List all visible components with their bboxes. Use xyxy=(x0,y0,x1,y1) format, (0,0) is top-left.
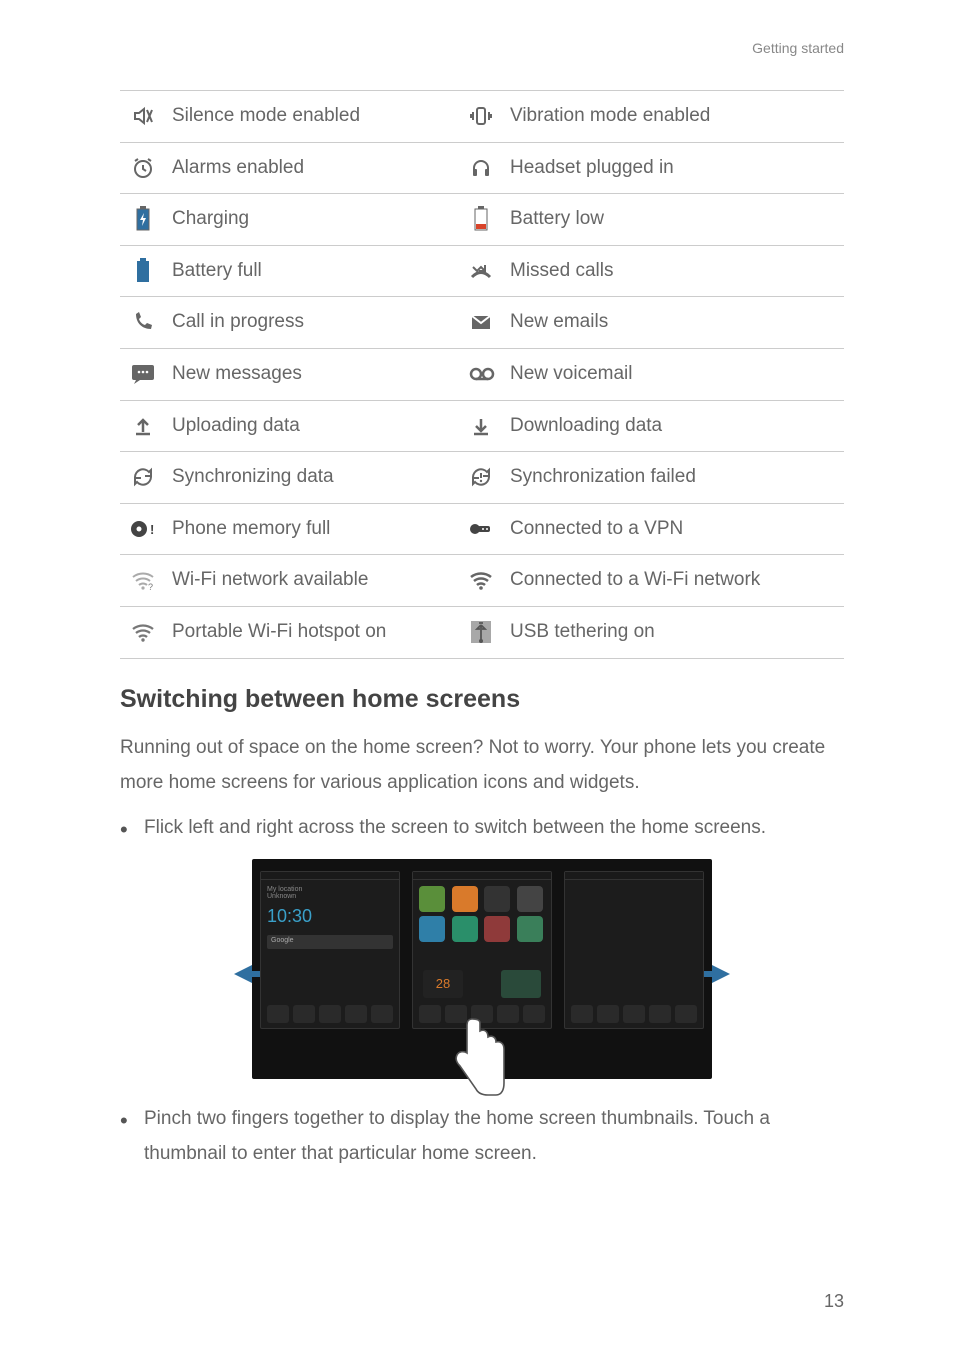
svg-text:?: ? xyxy=(148,582,153,592)
battery-full-icon xyxy=(130,258,156,284)
status-label: Phone memory full xyxy=(166,503,458,555)
status-label: Vibration mode enabled xyxy=(504,91,844,143)
table-row: Call in progress New emails xyxy=(120,297,844,349)
status-label: Headset plugged in xyxy=(504,142,844,194)
battery-low-icon xyxy=(468,206,494,232)
table-row: Portable Wi-Fi hotspot on USB tethering … xyxy=(120,606,844,658)
arrow-left-icon xyxy=(234,965,252,983)
status-label: New voicemail xyxy=(504,349,844,401)
status-label: Uploading data xyxy=(166,400,458,452)
table-row: Charging Battery low xyxy=(120,194,844,246)
arrow-right-icon xyxy=(712,965,730,983)
table-row: Alarms enabled Headset plugged in xyxy=(120,142,844,194)
download-icon xyxy=(468,413,494,439)
charging-icon xyxy=(130,206,156,232)
call-in-progress-icon xyxy=(130,309,156,335)
memory-full-icon: ! xyxy=(130,516,156,542)
bullet-item: Flick left and right across the screen t… xyxy=(120,810,844,845)
usb-tethering-icon xyxy=(468,619,494,645)
missed-call-icon xyxy=(468,258,494,284)
table-row: Uploading data Downloading data xyxy=(120,400,844,452)
sync-icon xyxy=(130,464,156,490)
status-label: Alarms enabled xyxy=(166,142,458,194)
status-label: Battery full xyxy=(166,245,458,297)
status-label: Wi-Fi network available xyxy=(166,555,458,607)
status-label: Battery low xyxy=(504,194,844,246)
home-screen-pane: My locationUnknown 10:30 Google xyxy=(260,871,400,1029)
home-screen-pane: 28 xyxy=(412,871,552,1029)
status-label: Connected to a Wi-Fi network xyxy=(504,555,844,607)
table-row: Battery full Missed calls xyxy=(120,245,844,297)
status-label: Synchronizing data xyxy=(166,452,458,504)
vibration-mode-icon xyxy=(468,103,494,129)
sync-failed-icon xyxy=(468,464,494,490)
status-icon-table: Silence mode enabled Vibration mode enab… xyxy=(120,90,844,659)
table-row: ? Wi-Fi network available Connected to a… xyxy=(120,555,844,607)
header-label: Getting started xyxy=(752,40,844,56)
new-message-icon xyxy=(130,361,156,387)
wifi-connected-icon xyxy=(468,567,494,593)
status-label: Missed calls xyxy=(504,245,844,297)
status-label: USB tethering on xyxy=(504,606,844,658)
status-label: Synchronization failed xyxy=(504,452,844,504)
table-row: Silence mode enabled Vibration mode enab… xyxy=(120,91,844,143)
status-label: Downloading data xyxy=(504,400,844,452)
voicemail-icon xyxy=(468,361,494,387)
table-row: ! Phone memory full Connected to a VPN xyxy=(120,503,844,555)
finger-swipe-icon xyxy=(442,1009,512,1099)
headset-icon xyxy=(468,155,494,181)
upload-icon xyxy=(130,413,156,439)
page-number: 13 xyxy=(824,1291,844,1312)
status-label: New emails xyxy=(504,297,844,349)
alarm-icon xyxy=(130,155,156,181)
wifi-available-icon: ? xyxy=(130,567,156,593)
table-row: Synchronizing data Synchronization faile… xyxy=(120,452,844,504)
status-label: Charging xyxy=(166,194,458,246)
home-screens-figure: My locationUnknown 10:30 Google 28 xyxy=(252,859,712,1079)
silence-mode-icon xyxy=(130,103,156,129)
status-label: Silence mode enabled xyxy=(166,91,458,143)
home-screen-pane xyxy=(564,871,704,1029)
status-label: New messages xyxy=(166,349,458,401)
status-label: Portable Wi-Fi hotspot on xyxy=(166,606,458,658)
section-paragraph: Running out of space on the home screen?… xyxy=(120,730,844,800)
new-email-icon xyxy=(468,309,494,335)
svg-text:!: ! xyxy=(150,522,154,537)
status-label: Connected to a VPN xyxy=(504,503,844,555)
hotspot-icon xyxy=(130,619,156,645)
status-label: Call in progress xyxy=(166,297,458,349)
bullet-item: Pinch two fingers together to display th… xyxy=(120,1101,844,1171)
table-row: New messages New voicemail xyxy=(120,349,844,401)
section-title: Switching between home screens xyxy=(120,685,844,714)
vpn-icon xyxy=(468,516,494,542)
